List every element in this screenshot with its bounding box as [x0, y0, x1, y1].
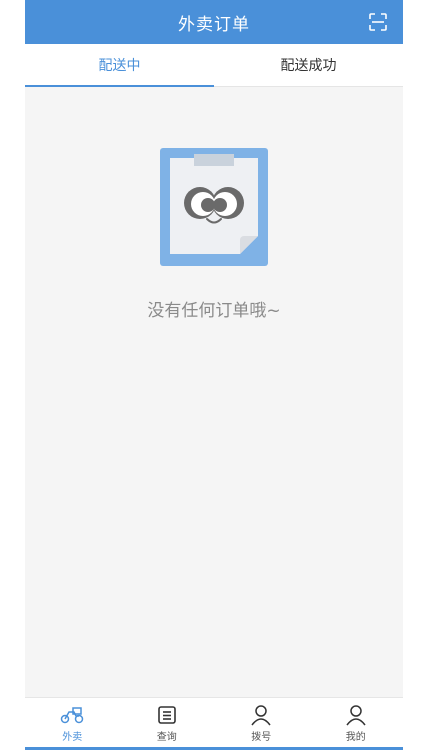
app-header: 外卖订单: [25, 0, 403, 44]
tab-delivered[interactable]: 配送成功: [214, 44, 403, 86]
nav-item-takeout[interactable]: 外卖: [25, 698, 120, 748]
tab-label: 配送成功: [280, 58, 337, 74]
nav-label: 拨号: [251, 731, 272, 743]
nav-item-query[interactable]: 查询: [120, 698, 215, 748]
bottom-nav: 外卖 查询 拨号 我的: [25, 697, 403, 748]
scooter-icon: [60, 704, 84, 726]
user-icon: [249, 704, 273, 726]
tab-delivering[interactable]: 配送中: [25, 44, 214, 87]
page-title: 外卖订单: [178, 14, 250, 35]
empty-message: 没有任何订单哦~: [147, 301, 281, 321]
nav-label: 我的: [345, 731, 366, 743]
nav-label: 查询: [156, 731, 177, 743]
app-screen: 外卖订单 配送中 配送成功 没有任何订单哦~ 外卖 查询 拨号 我的: [25, 0, 403, 750]
user-icon: [344, 704, 368, 726]
clipboard-face-icon: [160, 148, 268, 266]
tab-label: 配送中: [98, 58, 141, 74]
scan-button[interactable]: [367, 11, 389, 33]
scan-icon: [369, 13, 387, 31]
order-tabs: 配送中 配送成功: [25, 44, 403, 87]
nav-item-mine[interactable]: 我的: [309, 698, 404, 748]
nav-label: 外卖: [62, 731, 83, 743]
nav-item-dial[interactable]: 拨号: [214, 698, 309, 748]
query-icon: [155, 704, 179, 726]
